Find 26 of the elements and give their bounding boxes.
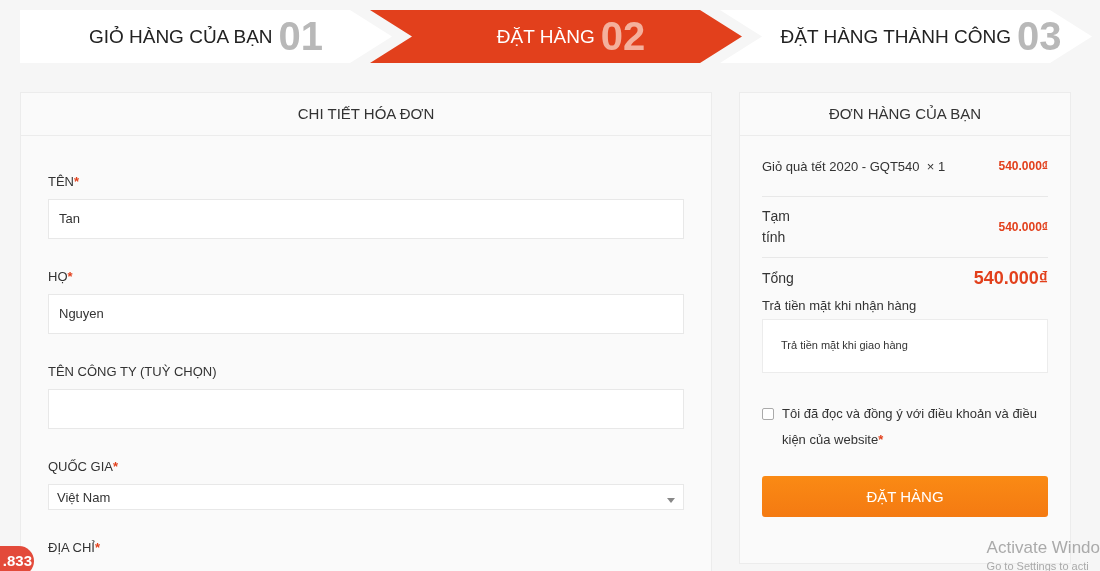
total-value: 540.000₫ bbox=[973, 267, 1048, 289]
input-field[interactable]: Tan bbox=[48, 199, 684, 239]
total-label: Tổng bbox=[762, 270, 794, 286]
field-label: QUỐC GIA* bbox=[48, 459, 120, 474]
select-field[interactable]: Việt Nam bbox=[48, 484, 684, 510]
terms-checkbox[interactable] bbox=[762, 408, 774, 420]
product-name: Giỏ quà tết 2020 - GQT540 × 1 bbox=[762, 158, 946, 174]
card-title: ĐƠN HÀNG CỦA BẠN bbox=[740, 93, 1070, 136]
input-field[interactable]: Nguyen bbox=[48, 294, 684, 334]
field-label: TÊN CÔNG TY (TUỲ CHỌN) bbox=[48, 364, 218, 379]
payment-method-label: Trả tiền mặt khi nhận hàng bbox=[762, 298, 918, 313]
step-number: 01 bbox=[278, 14, 324, 59]
caret-icon bbox=[667, 497, 675, 503]
activation-notice: Activate Windo bbox=[986, 538, 1100, 558]
subtotal-label: Tạm tính bbox=[762, 207, 791, 247]
count-badge: .833 bbox=[0, 546, 34, 571]
terms-text: Tôi đã đọc và đồng ý với điều khoản và điều kiện của website* bbox=[782, 405, 1038, 449]
subtotal-value: 540.000₫ bbox=[998, 220, 1048, 234]
payment-description: Trả tiền mặt khi giao hàng bbox=[762, 319, 1048, 373]
field-label: HỌ* bbox=[48, 269, 74, 284]
item-price: 540.000₫ bbox=[998, 159, 1048, 173]
step-number: 02 bbox=[600, 14, 646, 59]
field-label: TÊN* bbox=[48, 174, 81, 189]
card-title: CHI TIẾT HÓA ĐƠN bbox=[21, 93, 711, 136]
field-label: ĐỊA CHỈ* bbox=[48, 540, 102, 555]
step-number: 03 bbox=[1017, 14, 1062, 59]
